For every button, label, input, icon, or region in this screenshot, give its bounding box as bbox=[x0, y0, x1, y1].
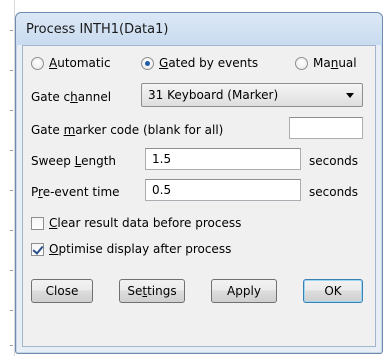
background-window-edge bbox=[0, 0, 15, 356]
radio-manual-circle[interactable] bbox=[295, 56, 308, 70]
close-button[interactable]: Close bbox=[31, 279, 93, 303]
pre-event-time-label: Pre-event time bbox=[31, 185, 120, 199]
apply-button[interactable]: Apply bbox=[211, 279, 277, 303]
gate-marker-label: Gate marker code (blank for all) bbox=[31, 123, 224, 137]
ok-button[interactable]: OK bbox=[303, 279, 363, 303]
optimise-display-checkbox[interactable]: Optimise display after process bbox=[31, 242, 231, 256]
radio-manual-label: Manual bbox=[313, 56, 357, 70]
radio-gated-by-events[interactable]: Gated by events bbox=[141, 56, 258, 70]
optimise-display-box[interactable] bbox=[31, 242, 44, 256]
clear-result-label: Clear result data before process bbox=[49, 216, 242, 230]
gate-channel-value: 31 Keyboard (Marker) bbox=[148, 88, 279, 102]
radio-gated-circle[interactable] bbox=[141, 56, 154, 70]
clear-result-checkbox[interactable]: Clear result data before process bbox=[31, 216, 241, 230]
dialog-body: Automatic Gated by events Manual Gate ch… bbox=[22, 45, 376, 347]
settings-button[interactable]: Settings bbox=[119, 279, 185, 303]
radio-automatic-circle[interactable] bbox=[31, 56, 44, 70]
gate-channel-label: Gate channel bbox=[31, 90, 112, 104]
radio-automatic-label: Automatic bbox=[49, 56, 111, 70]
pre-event-time-unit: seconds bbox=[309, 185, 359, 199]
clear-result-box[interactable] bbox=[31, 216, 44, 230]
gate-marker-code-input[interactable] bbox=[289, 117, 363, 139]
pre-event-time-input[interactable]: 0.5 bbox=[145, 179, 301, 201]
optimise-display-label: Optimise display after process bbox=[49, 242, 232, 256]
gate-channel-select[interactable]: 31 Keyboard (Marker) bbox=[141, 83, 363, 107]
chevron-down-icon bbox=[346, 93, 354, 98]
process-dialog: Process INTH1(Data1) Automatic Gated by … bbox=[15, 12, 383, 354]
sweep-length-label: Sweep Length bbox=[31, 154, 117, 168]
radio-gated-label: Gated by events bbox=[159, 56, 259, 70]
dialog-title: Process INTH1(Data1) bbox=[26, 22, 169, 37]
radio-manual[interactable]: Manual bbox=[295, 56, 357, 70]
radio-automatic[interactable]: Automatic bbox=[31, 56, 111, 70]
sweep-length-input[interactable]: 1.5 bbox=[145, 148, 301, 170]
sweep-length-unit: seconds bbox=[309, 154, 359, 168]
title-bar[interactable]: Process INTH1(Data1) bbox=[16, 13, 382, 45]
